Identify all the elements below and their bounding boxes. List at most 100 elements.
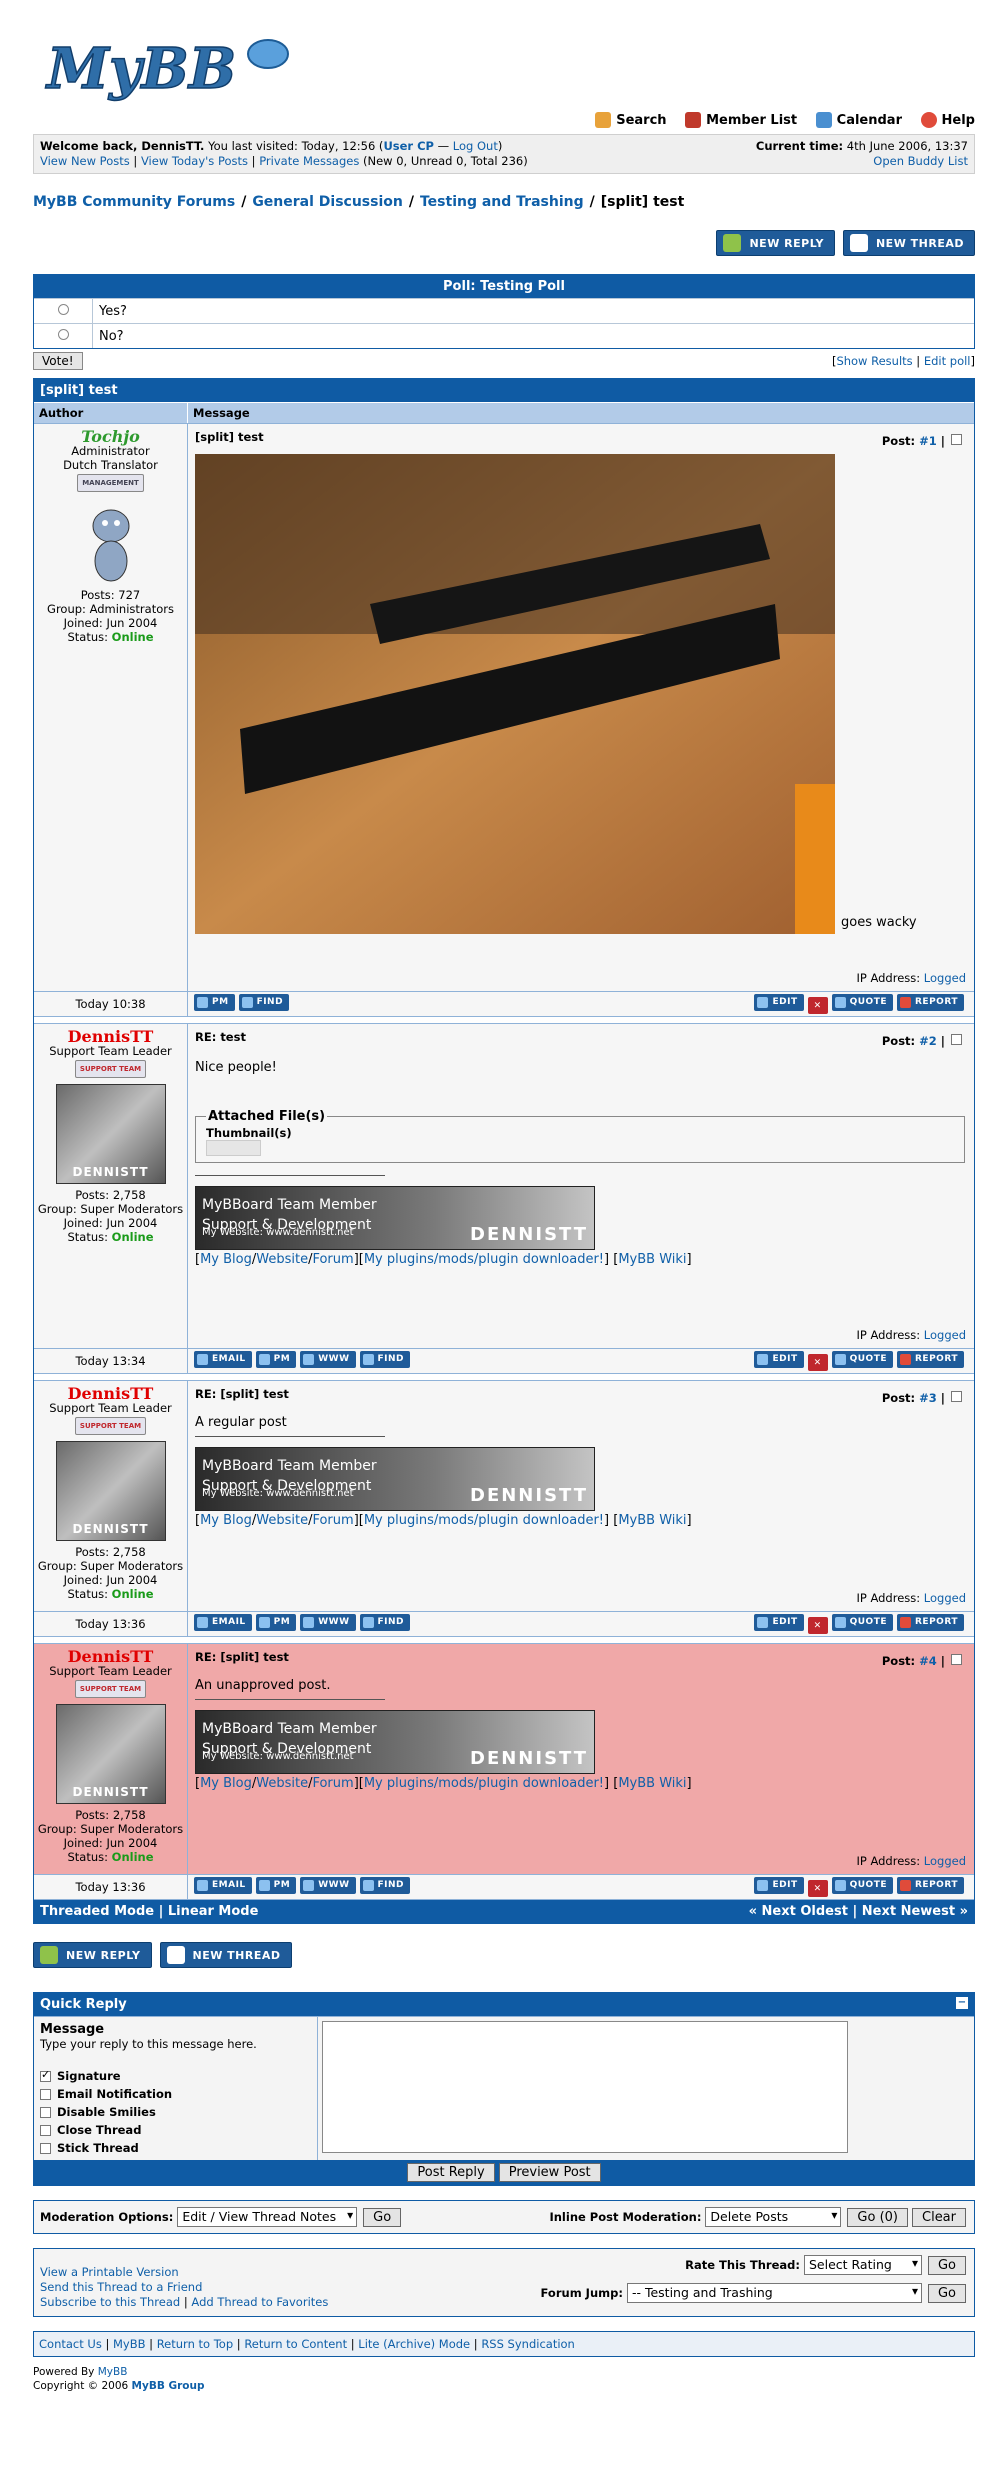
breadcrumb-testing-trashing[interactable]: Testing and Trashing (420, 194, 584, 210)
member-list-link[interactable]: Member List (685, 112, 797, 128)
inline-mod-go-button[interactable]: Go (0) (847, 2208, 908, 2227)
vote-button[interactable]: Vote! (33, 352, 83, 370)
email-button[interactable]: EMAIL (194, 1350, 252, 1368)
www-button[interactable]: WWW (300, 1350, 356, 1368)
edit-button[interactable]: EDIT (754, 1613, 804, 1631)
delete-button[interactable]: ✕ (807, 1354, 828, 1372)
powered-by-link[interactable]: MyBB (98, 2366, 128, 2378)
option-signature[interactable]: Signature (40, 2068, 311, 2083)
next-newest-link[interactable]: Next Newest » (862, 1904, 968, 1919)
sig-forum-link[interactable]: Forum (312, 1252, 353, 1267)
ip-logged-link[interactable]: Logged (924, 1328, 966, 1342)
option-disable-smilies[interactable]: Disable Smilies (40, 2105, 311, 2119)
post-image[interactable] (195, 454, 835, 934)
report-button[interactable]: REPORT (897, 1613, 964, 1631)
sig-wiki-link[interactable]: MyBB Wiki (618, 1252, 686, 1267)
favorites-link[interactable]: Add Thread to Favorites (191, 2295, 328, 2309)
quote-button[interactable]: QUOTE (831, 1350, 893, 1368)
author-name[interactable]: DennisTT (34, 1029, 187, 1045)
ip-logged-link[interactable]: Logged (924, 1854, 966, 1868)
breadcrumb-general-discussion[interactable]: General Discussion (252, 194, 403, 210)
author-name[interactable]: Tochjo (34, 429, 187, 445)
author-name[interactable]: DennisTT (34, 1649, 187, 1665)
logout-link[interactable]: Log Out (453, 139, 498, 153)
mybb-link[interactable]: MyBB (113, 2337, 146, 2351)
sig-plugins-link[interactable]: My plugins/mods/plugin downloader! (364, 1776, 604, 1791)
quote-button[interactable]: QUOTE (831, 1613, 893, 1631)
inline-mod-checkbox[interactable] (951, 1391, 962, 1402)
post-permalink[interactable]: #1 (919, 434, 937, 448)
pm-button[interactable]: PM (255, 1613, 297, 1631)
sig-blog-link[interactable]: My Blog (200, 1776, 252, 1791)
private-messages-link[interactable]: Private Messages (259, 154, 359, 168)
preview-post-button[interactable]: Preview Post (498, 2163, 601, 2182)
calendar-link[interactable]: Calendar (815, 112, 902, 128)
forum-jump-go-button[interactable]: Go (927, 2284, 966, 2303)
view-new-posts-link[interactable]: View New Posts (40, 154, 130, 168)
subscribe-link[interactable]: Subscribe to this Thread (40, 2295, 180, 2309)
edit-button[interactable]: EDIT (754, 1876, 804, 1894)
signature-banner[interactable]: MyBBoard Team Member Support & Developmen… (195, 1186, 595, 1250)
inline-mod-select[interactable]: Delete Posts (705, 2207, 842, 2227)
rate-go-button[interactable]: Go (927, 2256, 966, 2275)
linear-mode-link[interactable]: Linear Mode (168, 1904, 259, 1919)
quote-button[interactable]: QUOTE (831, 993, 893, 1011)
edit-button[interactable]: EDIT (754, 993, 804, 1011)
quote-button[interactable]: QUOTE (831, 1876, 893, 1894)
report-button[interactable]: REPORT (897, 993, 964, 1011)
report-button[interactable]: REPORT (897, 1350, 964, 1368)
moderation-select[interactable]: Edit / View Thread Notes (177, 2207, 358, 2227)
inline-mod-checkbox[interactable] (951, 1034, 962, 1045)
post-permalink[interactable]: #3 (919, 1391, 937, 1405)
threaded-mode-link[interactable]: Threaded Mode (40, 1904, 154, 1919)
post-reply-button[interactable]: Post Reply (407, 2163, 495, 2182)
sig-blog-link[interactable]: My Blog (200, 1513, 252, 1528)
next-oldest-link[interactable]: « Next Oldest (749, 1904, 848, 1919)
inline-mod-clear-button[interactable]: Clear (912, 2208, 966, 2227)
new-reply-button[interactable]: NEW REPLY (716, 230, 835, 256)
collapse-icon[interactable]: − (956, 1997, 968, 2009)
find-button[interactable]: FIND (359, 1876, 411, 1894)
find-button[interactable]: FIND (359, 1613, 411, 1631)
sig-plugins-link[interactable]: My plugins/mods/plugin downloader! (364, 1513, 604, 1528)
signature-banner[interactable]: MyBBoard Team Member Support & Developmen… (195, 1710, 595, 1774)
mybb-group-link[interactable]: MyBB Group (132, 2380, 205, 2392)
sig-website-link[interactable]: Website (256, 1252, 308, 1267)
inline-mod-checkbox[interactable] (951, 1654, 962, 1665)
delete-button[interactable]: ✕ (807, 1617, 828, 1635)
edit-poll-link[interactable]: Edit poll (924, 354, 971, 368)
new-reply-button-bottom[interactable]: NEW REPLY (33, 1942, 152, 1968)
report-button[interactable]: REPORT (897, 1876, 964, 1894)
view-todays-posts-link[interactable]: View Today's Posts (141, 154, 248, 168)
sig-blog-link[interactable]: My Blog (200, 1252, 252, 1267)
poll-radio[interactable] (34, 328, 92, 344)
pm-button[interactable]: PM (194, 993, 235, 1011)
ip-logged-link[interactable]: Logged (924, 1591, 966, 1605)
help-link[interactable]: Help (920, 112, 975, 128)
breadcrumb-forums[interactable]: MyBB Community Forums (33, 194, 235, 210)
option-stick-thread[interactable]: Stick Thread (40, 2141, 311, 2155)
sig-wiki-link[interactable]: MyBB Wiki (618, 1513, 686, 1528)
post-permalink[interactable]: #2 (919, 1034, 937, 1048)
www-button[interactable]: WWW (300, 1876, 356, 1894)
delete-button[interactable]: ✕ (807, 997, 828, 1015)
find-button[interactable]: FIND (359, 1350, 411, 1368)
forum-jump-select[interactable]: -- Testing and Trashing (626, 2283, 922, 2303)
contact-us-link[interactable]: Contact Us (39, 2337, 102, 2351)
attachment-thumbnail[interactable] (206, 1140, 261, 1156)
return-to-content-link[interactable]: Return to Content (244, 2337, 347, 2351)
sig-forum-link[interactable]: Forum (312, 1776, 353, 1791)
email-button[interactable]: EMAIL (194, 1613, 252, 1631)
mybb-logo[interactable]: MyBB (43, 32, 303, 102)
option-email-notification[interactable]: Email Notification (40, 2087, 311, 2101)
sig-website-link[interactable]: Website (256, 1513, 308, 1528)
lite-mode-link[interactable]: Lite (Archive) Mode (358, 2337, 470, 2351)
return-to-top-link[interactable]: Return to Top (157, 2337, 233, 2351)
rss-link[interactable]: RSS Syndication (481, 2337, 575, 2351)
author-name[interactable]: DennisTT (34, 1386, 187, 1402)
find-button[interactable]: FIND (238, 993, 290, 1011)
pm-button[interactable]: PM (255, 1876, 297, 1894)
www-button[interactable]: WWW (300, 1613, 356, 1631)
inline-mod-checkbox[interactable] (951, 434, 962, 445)
edit-button[interactable]: EDIT (754, 1350, 804, 1368)
